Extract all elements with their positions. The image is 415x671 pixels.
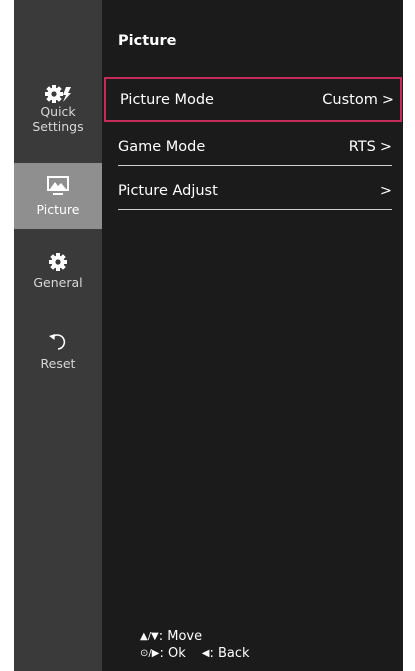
quick-settings-icon: [45, 85, 71, 103]
chevron-right-icon: >: [379, 138, 392, 155]
sidebar-label-settings: Settings: [32, 119, 84, 134]
sidebar-label-picture: Picture: [36, 201, 80, 217]
game-mode-value-group: RTS >: [349, 139, 392, 155]
sidebar-item-quick-settings[interactable]: Quick Settings: [14, 84, 102, 144]
sidebar-item-reset[interactable]: Reset: [14, 331, 102, 375]
menu-item-picture-mode[interactable]: Picture Mode Custom >: [104, 77, 402, 122]
key-guide: ▲/▼ : Move ⊙/▶ : Ok ◀ : Back: [140, 628, 250, 662]
back-hint-label: : Back: [209, 646, 250, 661]
picture-adjust-value-group: >: [376, 183, 392, 199]
page-title: Picture: [118, 33, 177, 49]
game-mode-label: Game Mode: [118, 138, 206, 155]
picture-mode-value-group: Custom >: [322, 92, 394, 108]
general-gear-icon: [49, 253, 67, 271]
chevron-right-icon: >: [379, 182, 392, 199]
sidebar-item-general[interactable]: General: [14, 252, 102, 300]
move-hint-label: : Move: [158, 629, 203, 644]
monitor-osd-menu: Quick Settings Picture General Reset Pic…: [14, 0, 403, 671]
chevron-right-icon: >: [381, 91, 394, 108]
up-down-arrow-icon: ▲/▼: [140, 631, 159, 642]
sidebar-label-general: General: [33, 275, 83, 290]
game-mode-value: RTS: [348, 138, 376, 155]
picture-adjust-label: Picture Adjust: [118, 182, 218, 199]
picture-mode-label: Picture Mode: [120, 91, 214, 108]
menu-item-picture-adjust[interactable]: Picture Adjust >: [118, 172, 392, 210]
ok-hint-label: : Ok: [159, 646, 186, 661]
picture-mode-value: Custom: [322, 91, 378, 108]
ok-back-hint: ⊙/▶ : Ok ◀ : Back: [140, 645, 250, 662]
reset-icon: [49, 334, 66, 350]
picture-icon: [47, 175, 69, 195]
joystick-ok-icon: ⊙/▶: [140, 648, 160, 659]
main-panel: Picture Picture Mode Custom > Game Mode …: [102, 0, 403, 671]
sidebar-label-reset: Reset: [40, 356, 76, 371]
sidebar-label-quick: Quick: [40, 104, 76, 119]
menu-item-game-mode[interactable]: Game Mode RTS >: [118, 128, 392, 166]
sidebar-item-picture[interactable]: Picture: [14, 163, 102, 229]
move-hint: ▲/▼ : Move: [140, 628, 250, 645]
sidebar: Quick Settings Picture General Reset: [14, 0, 102, 671]
back-arrow-icon: ◀: [201, 648, 210, 659]
